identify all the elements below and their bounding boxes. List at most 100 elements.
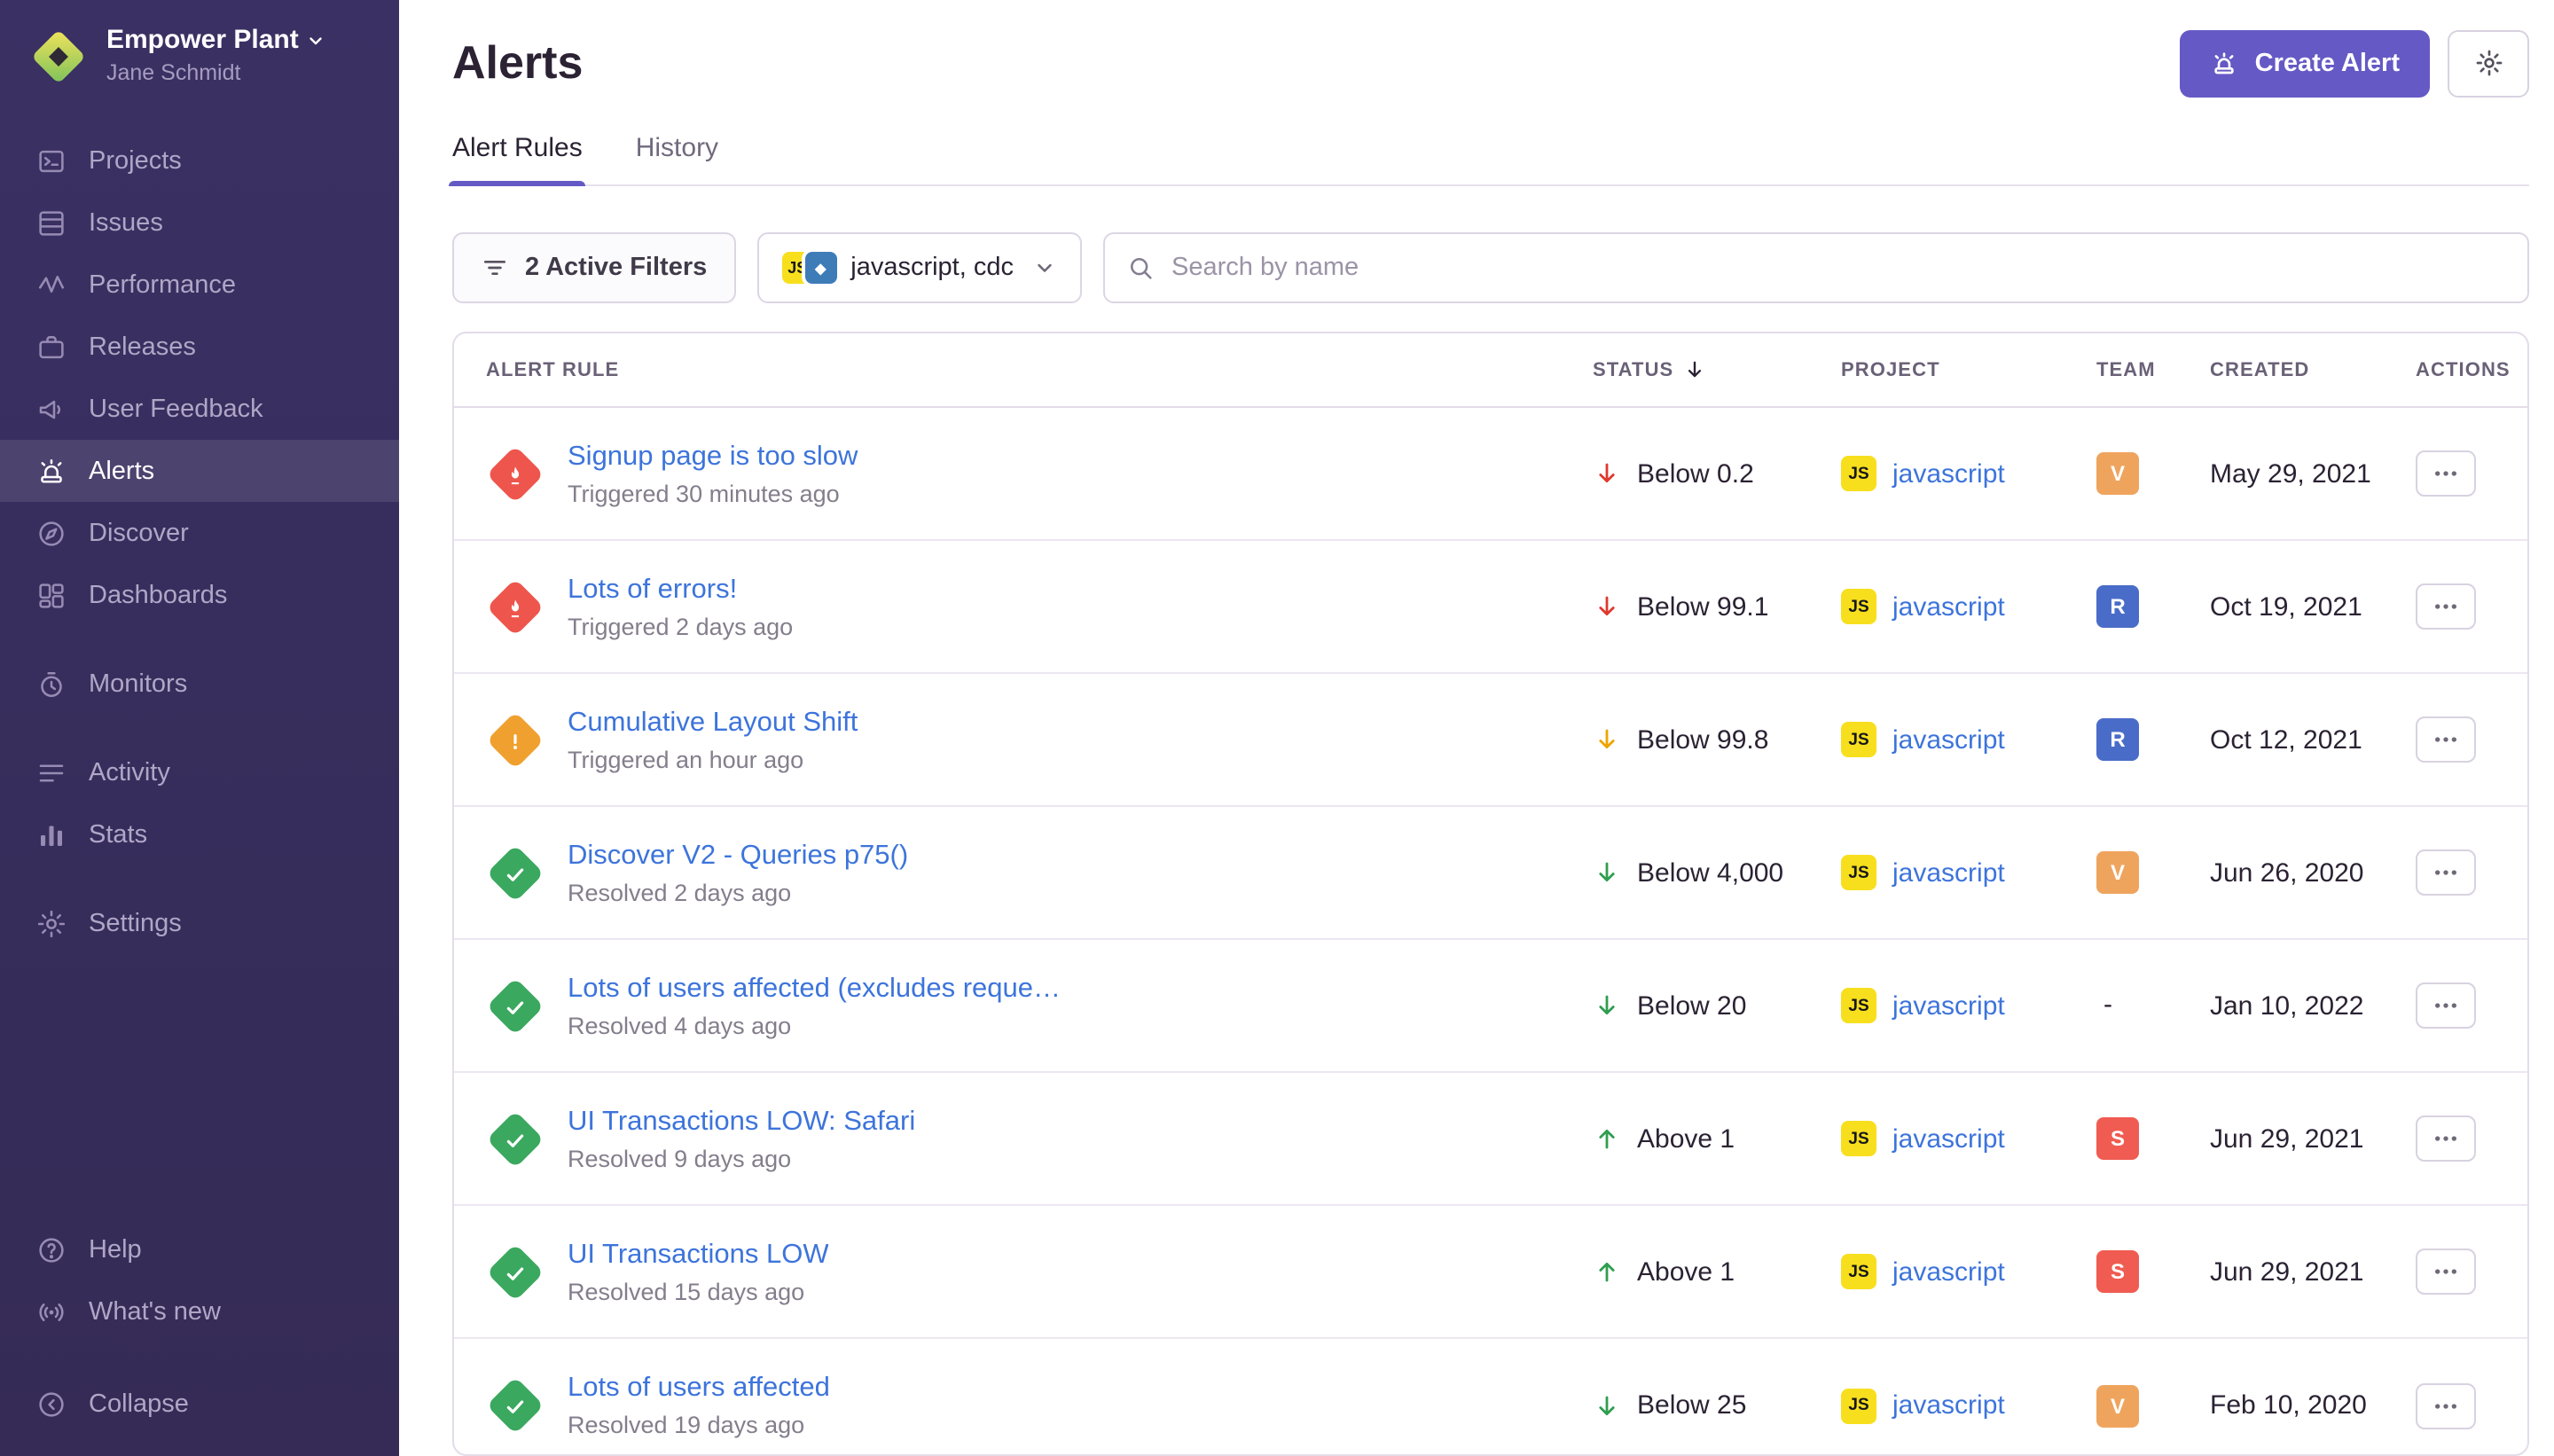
project-link[interactable]: javascript (1892, 725, 2005, 755)
status-cell: Below 0.2 (1593, 459, 1841, 489)
sidebar-item-label: Collapse (89, 1389, 189, 1418)
column-header-status[interactable]: Status (1593, 359, 1841, 382)
alert-rule-link[interactable]: Lots of users affected (excludes reque… (568, 974, 1061, 1006)
alert-rule-link[interactable]: Discover V2 - Queries p75() (568, 841, 908, 873)
search-icon (1125, 254, 1154, 283)
sidebar-item-stats[interactable]: Stats (0, 803, 399, 865)
project-link[interactable]: javascript (1892, 991, 2005, 1022)
project-selector[interactable]: JS ◆ javascript, cdc (756, 233, 1081, 304)
arrow-down-icon (1593, 1392, 1621, 1421)
alert-rule-link[interactable]: Lots of users affected (568, 1374, 830, 1405)
created-date: Jan 10, 2022 (2210, 991, 2416, 1022)
row-actions-button[interactable] (2416, 717, 2476, 763)
active-filters-label: 2 Active Filters (525, 254, 707, 283)
sidebar-item-issues[interactable]: Issues (0, 192, 399, 254)
table-row: Cumulative Layout Shift Triggered an hou… (454, 675, 2527, 808)
project-cell: JS javascript (1841, 457, 2096, 492)
project-avatars: JS ◆ (781, 253, 836, 285)
megaphone-icon (35, 393, 67, 425)
team-avatar: V (2096, 1385, 2139, 1428)
status-value: Below 20 (1637, 991, 1746, 1022)
alert-rule-link[interactable]: UI Transactions LOW (568, 1240, 829, 1272)
projects-icon (35, 145, 67, 176)
table-row: Signup page is too slow Triggered 30 min… (454, 409, 2527, 542)
sidebar-item-whats-new[interactable]: What's new (0, 1280, 399, 1342)
ellipsis-icon (2432, 859, 2460, 888)
row-actions-button[interactable] (2416, 850, 2476, 896)
alert-rule-link[interactable]: Cumulative Layout Shift (568, 708, 858, 740)
user-name: Jane Schmidt (106, 60, 327, 87)
javascript-project-icon: JS (1841, 989, 1876, 1024)
sidebar: Empower Plant Jane Schmidt Projects Issu… (0, 0, 399, 1456)
project-link[interactable]: javascript (1892, 858, 2005, 888)
project-cell: JS javascript (1841, 723, 2096, 758)
critical-alert-icon (486, 446, 543, 503)
project-link[interactable]: javascript (1892, 1124, 2005, 1155)
collapse-icon (35, 1388, 67, 1420)
row-actions-button[interactable] (2416, 584, 2476, 630)
created-date: Feb 10, 2020 (2210, 1391, 2416, 1421)
row-actions-button[interactable] (2416, 1116, 2476, 1162)
tab-alert-rules[interactable]: Alert Rules (452, 134, 583, 185)
alert-rule-subtext: Resolved 19 days ago (568, 1413, 830, 1439)
sidebar-item-label: What's new (89, 1297, 221, 1326)
sidebar-item-label: Activity (89, 758, 170, 787)
sidebar-collapse-button[interactable]: Collapse (0, 1373, 399, 1435)
dashboards-icon (35, 579, 67, 611)
search-input[interactable] (1102, 233, 2529, 304)
sidebar-item-discover[interactable]: Discover (0, 502, 399, 564)
sidebar-item-releases[interactable]: Releases (0, 316, 399, 378)
row-actions-button[interactable] (2416, 1249, 2476, 1296)
status-value: Below 25 (1637, 1391, 1746, 1421)
status-cell: Above 1 (1593, 1257, 1841, 1288)
sidebar-item-user-feedback[interactable]: User Feedback (0, 378, 399, 440)
alert-rule-link[interactable]: Signup page is too slow (568, 442, 858, 474)
table-row: UI Transactions LOW Resolved 15 days ago… (454, 1207, 2527, 1340)
alert-rules-table: Alert Rule Status Project Team Created A… (452, 333, 2529, 1456)
alert-rule-link[interactable]: Lots of errors! (568, 575, 793, 607)
sidebar-item-label: Help (89, 1235, 142, 1264)
alert-rule-subtext: Triggered 30 minutes ago (568, 481, 858, 507)
javascript-project-icon: JS (1841, 856, 1876, 891)
active-filters-button[interactable]: 2 Active Filters (452, 233, 735, 304)
status-cell: Below 4,000 (1593, 858, 1841, 888)
performance-icon (35, 269, 67, 301)
sidebar-item-performance[interactable]: Performance (0, 254, 399, 316)
alert-rule-link[interactable]: UI Transactions LOW: Safari (568, 1107, 915, 1139)
row-actions-button[interactable] (2416, 1383, 2476, 1429)
sidebar-item-dashboards[interactable]: Dashboards (0, 564, 399, 626)
row-actions-button[interactable] (2416, 451, 2476, 497)
sidebar-item-activity[interactable]: Activity (0, 741, 399, 803)
team-avatar: R (2096, 586, 2139, 629)
sidebar-item-settings[interactable]: Settings (0, 892, 399, 954)
sidebar-item-label: Issues (89, 208, 163, 237)
sidebar-item-label: Projects (89, 146, 182, 175)
status-value: Below 99.8 (1637, 725, 1768, 755)
sidebar-item-alerts[interactable]: Alerts (0, 440, 399, 502)
sidebar-item-label: Monitors (89, 669, 187, 698)
sidebar-item-help[interactable]: Help (0, 1218, 399, 1280)
tab-history[interactable]: History (636, 134, 718, 185)
table-row: UI Transactions LOW: Safari Resolved 9 d… (454, 1074, 2527, 1207)
project-selector-label: javascript, cdc (850, 254, 1014, 283)
create-alert-button[interactable]: Create Alert (2181, 29, 2430, 97)
list-icon (35, 756, 67, 788)
alert-rule-subtext: Triggered an hour ago (568, 747, 858, 773)
project-link[interactable]: javascript (1892, 1257, 2005, 1288)
project-link[interactable]: javascript (1892, 459, 2005, 489)
cdc-project-icon: ◆ (804, 253, 836, 285)
project-link[interactable]: javascript (1892, 1391, 2005, 1421)
releases-icon (35, 331, 67, 363)
project-link[interactable]: javascript (1892, 592, 2005, 622)
resolved-alert-icon (486, 845, 543, 902)
row-actions-button[interactable] (2416, 983, 2476, 1029)
org-switcher[interactable]: Empower Plant Jane Schmidt (0, 25, 399, 87)
sidebar-item-projects[interactable]: Projects (0, 129, 399, 192)
ellipsis-icon (2432, 593, 2460, 622)
team-avatar: V (2096, 453, 2139, 496)
sidebar-item-monitors[interactable]: Monitors (0, 653, 399, 715)
chevron-down-icon (1031, 256, 1056, 281)
alert-settings-button[interactable] (2448, 29, 2529, 97)
page-title: Alerts (452, 35, 583, 90)
search-box (1102, 233, 2529, 304)
